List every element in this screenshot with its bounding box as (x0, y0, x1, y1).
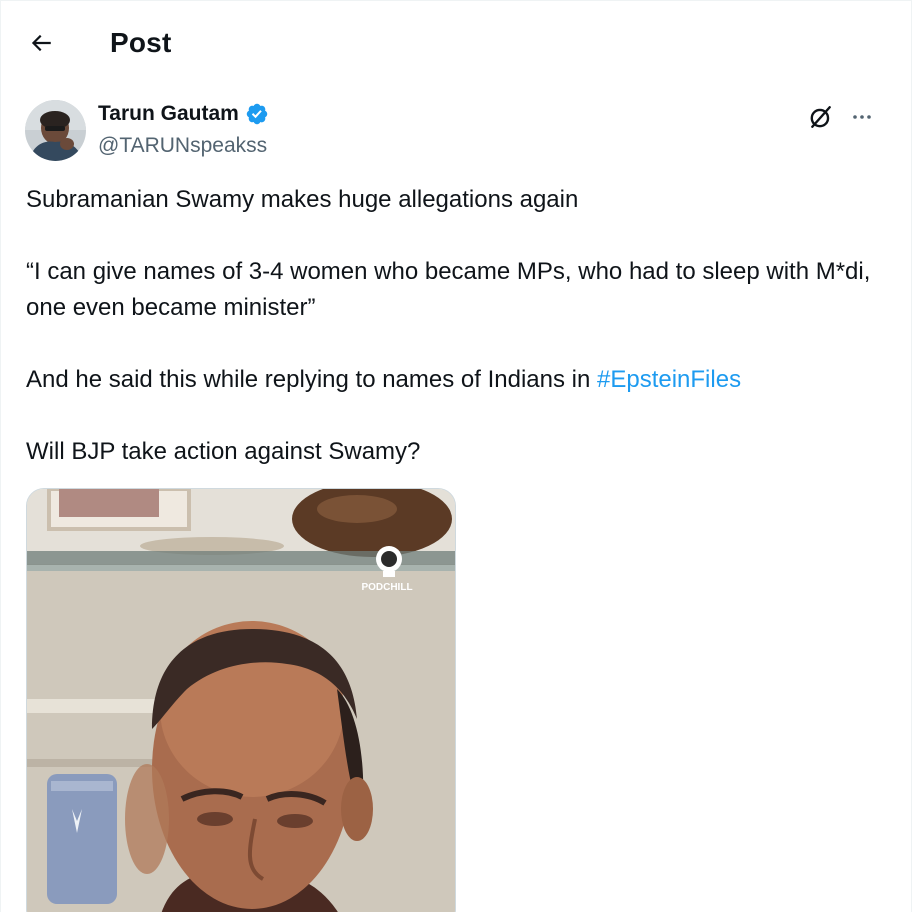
arrow-left-icon (31, 34, 51, 52)
more-options-button[interactable] (845, 101, 879, 133)
media-image: PODCHILL (27, 489, 455, 912)
verified-badge-icon (245, 102, 269, 126)
author-name[interactable]: Tarun Gautam (98, 102, 239, 126)
tweet-text: Subramanian Swamy makes huge allegations… (26, 182, 876, 470)
tweet-quote: “I can give names of 3-4 women who becam… (26, 258, 871, 321)
avatar[interactable] (25, 100, 86, 161)
page-title: Post (110, 27, 172, 58)
tweet-media[interactable]: PODCHILL (26, 488, 456, 912)
hashtag-link[interactable]: #EpsteinFiles (597, 366, 741, 393)
back-button[interactable] (21, 25, 61, 61)
grok-button[interactable] (805, 101, 837, 133)
more-horizontal-icon (853, 115, 871, 119)
tweet-line-headline: Subramanian Swamy makes huge allegations… (26, 186, 579, 213)
tweet-line-question: Will BJP take action against Swamy? (26, 438, 421, 465)
podchill-watermark: PODCHILL (361, 582, 412, 593)
post-page: Post Tarun Gautam @TARUNspeakss Subraman… (0, 0, 912, 912)
tweet-line-context: And he said this while replying to names… (26, 362, 876, 398)
author-name-row: Tarun Gautam (98, 102, 269, 126)
author-handle[interactable]: @TARUNspeakss (98, 134, 267, 158)
tweet-context-text: And he said this while replying to names… (26, 366, 597, 393)
page-header: Post (1, 1, 912, 85)
grok-icon (810, 106, 831, 128)
